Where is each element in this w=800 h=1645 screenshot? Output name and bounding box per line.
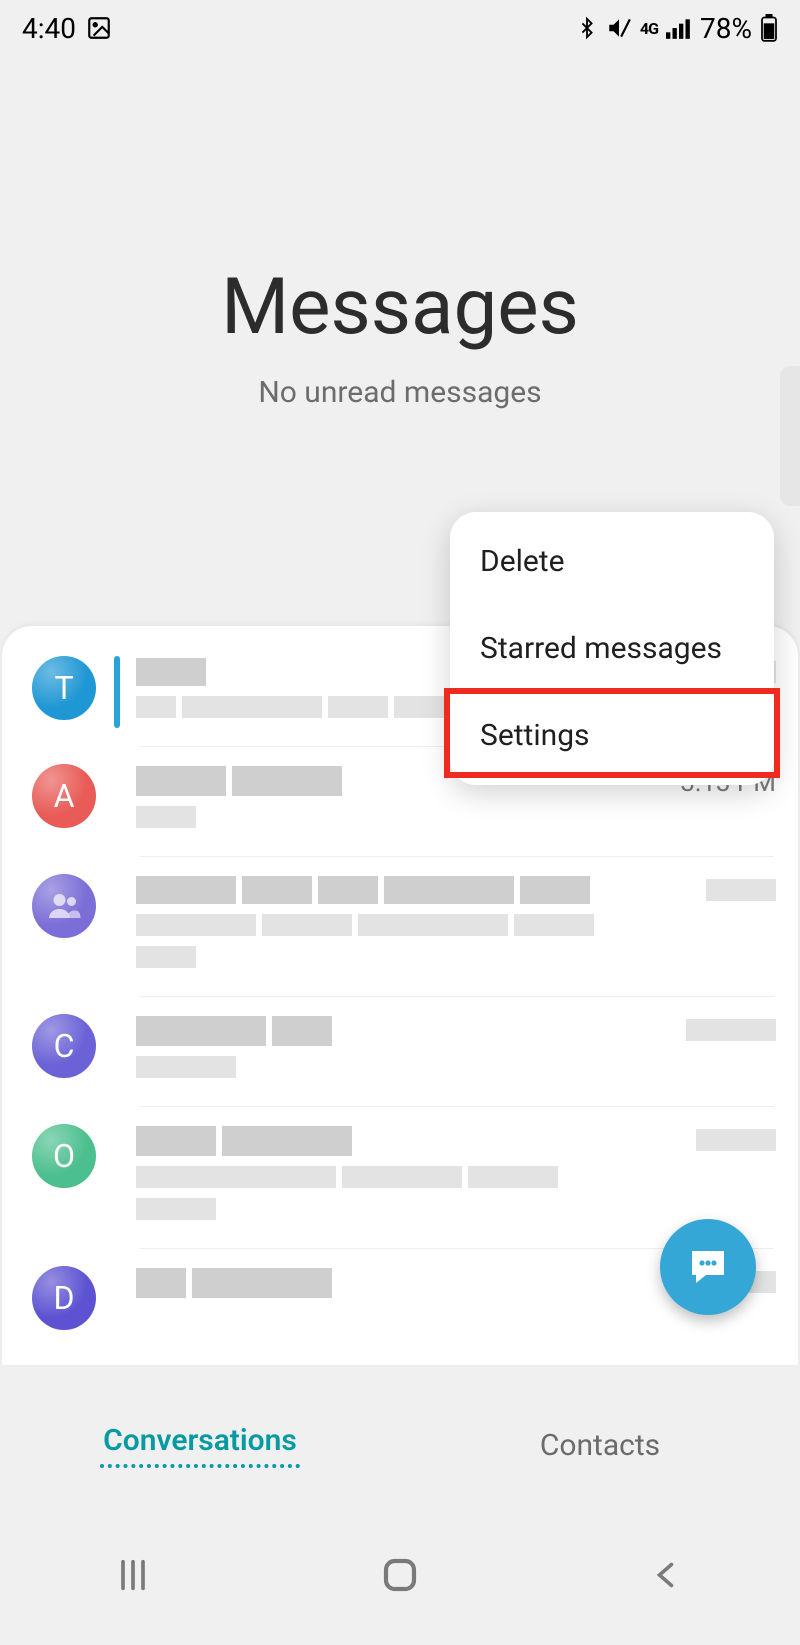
conversation-row[interactable]: C (2, 996, 798, 1106)
bluetooth-icon (576, 15, 598, 41)
status-time: 4:40 (22, 12, 76, 45)
compose-fab[interactable] (660, 1219, 756, 1315)
battery-icon (760, 14, 778, 42)
scroll-indicator (780, 366, 800, 506)
avatar-group (32, 874, 96, 938)
menu-item-starred[interactable]: Starred messages (450, 605, 774, 692)
nav-back[interactable] (577, 1555, 757, 1595)
mute-icon (606, 15, 632, 41)
avatar: T (32, 656, 96, 720)
conversation-row[interactable]: O (2, 1106, 798, 1248)
compose-icon (684, 1243, 732, 1291)
nav-recents[interactable] (43, 1555, 223, 1595)
avatar: C (32, 1014, 96, 1078)
avatar: D (32, 1266, 96, 1330)
tutorial-highlight (444, 688, 780, 778)
overflow-menu: Delete Starred messages Settings (450, 512, 774, 785)
conversation-row[interactable] (2, 856, 798, 996)
network-4g-icon: 4G (640, 19, 658, 38)
page-subtitle: No unread messages (258, 375, 541, 410)
conversation-time (686, 1014, 776, 1048)
gallery-icon (86, 15, 112, 41)
status-bar: 4:40 4G 78% (0, 0, 800, 56)
avatar: A (32, 764, 96, 828)
status-battery-percent: 78% (700, 12, 752, 45)
menu-item-delete[interactable]: Delete (450, 518, 774, 605)
accent-bar (114, 656, 120, 728)
tab-conversations[interactable]: Conversations (0, 1423, 400, 1468)
conversation-time (706, 874, 776, 908)
signal-icon (666, 17, 692, 39)
system-nav-bar (0, 1505, 800, 1645)
bottom-tabs: Conversations Contacts (0, 1385, 800, 1505)
avatar: O (32, 1124, 96, 1188)
tab-contacts[interactable]: Contacts (400, 1428, 800, 1463)
nav-home[interactable] (310, 1554, 490, 1596)
active-tab-underline (100, 1464, 300, 1468)
conversation-time (696, 1124, 776, 1158)
group-icon (46, 888, 82, 924)
page-title: Messages (221, 262, 579, 353)
